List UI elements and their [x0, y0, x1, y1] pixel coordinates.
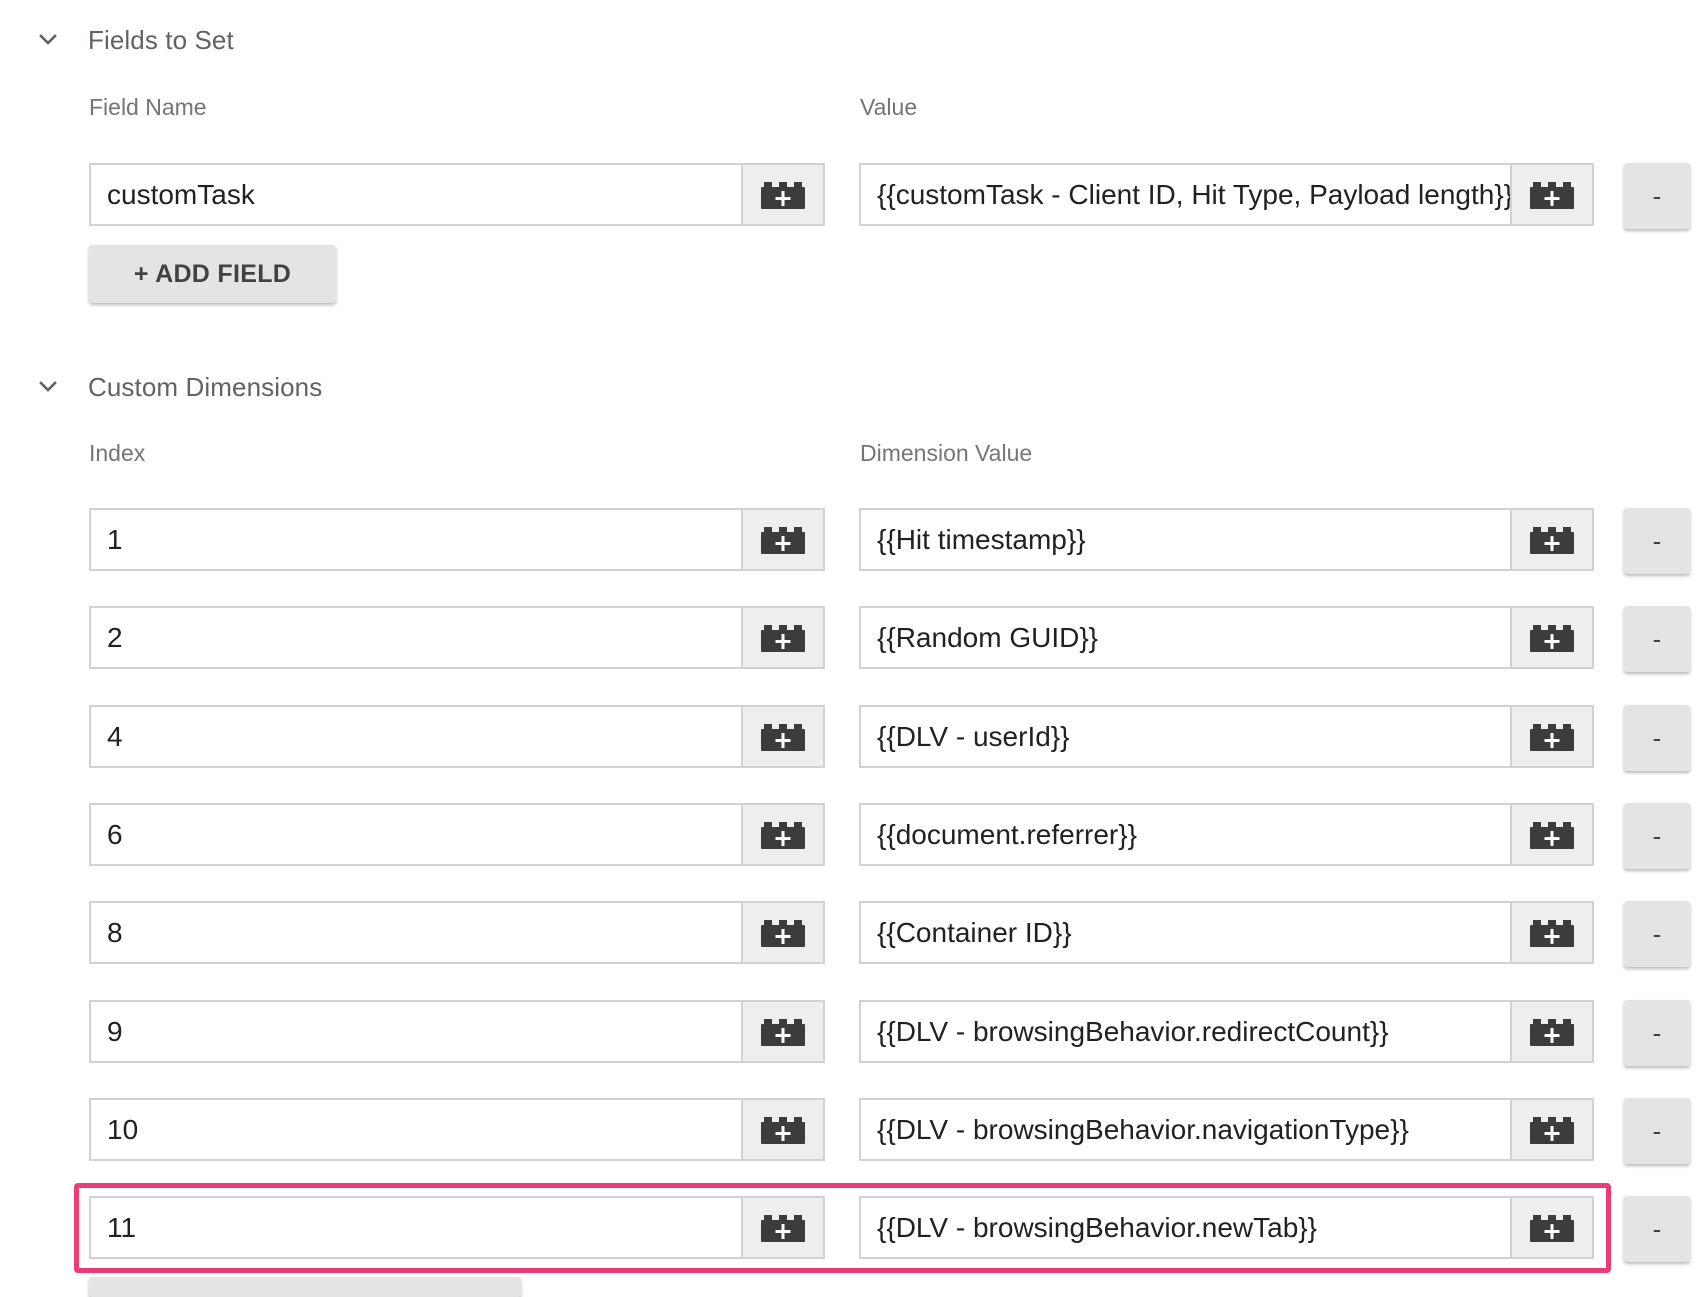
variable-block-plus-icon: [1529, 820, 1575, 850]
variable-block-plus-icon: [760, 623, 806, 653]
variable-picker-button[interactable]: [741, 1002, 823, 1061]
variable-block-plus-icon: [1529, 918, 1575, 948]
dimension-value-text[interactable]: {{DLV - browsingBehavior.redirectCount}}: [861, 1002, 1510, 1061]
field-value-text[interactable]: {{customTask - Client ID, Hit Type, Payl…: [861, 165, 1510, 224]
remove-field-button[interactable]: -: [1624, 163, 1690, 229]
dimension-value-text[interactable]: {{Random GUID}}: [861, 608, 1510, 667]
dimension-index-input[interactable]: 10: [89, 1098, 825, 1161]
remove-dimension-button[interactable]: -: [1624, 1098, 1690, 1164]
dimension-value-text[interactable]: {{DLV - browsingBehavior.newTab}}: [861, 1198, 1510, 1257]
dimension-index-text[interactable]: 1: [91, 510, 741, 569]
variable-picker-button[interactable]: [1510, 1002, 1592, 1061]
variable-block-plus-icon: [1529, 1213, 1575, 1243]
variable-picker-button[interactable]: [741, 707, 823, 766]
chevron-down-icon[interactable]: [28, 367, 68, 407]
variable-picker-button[interactable]: [741, 1100, 823, 1159]
variable-picker-button[interactable]: [741, 903, 823, 962]
variable-block-plus-icon: [760, 180, 806, 210]
dimension-index-text[interactable]: 9: [91, 1002, 741, 1061]
field-name-text[interactable]: customTask: [91, 165, 741, 224]
variable-picker-button[interactable]: [1510, 903, 1592, 962]
variable-picker-button[interactable]: [741, 510, 823, 569]
variable-block-plus-icon: [1529, 1115, 1575, 1145]
dimension-index-text[interactable]: 8: [91, 903, 741, 962]
field-value-input[interactable]: {{customTask - Client ID, Hit Type, Payl…: [859, 163, 1594, 226]
dimension-value-input[interactable]: {{Random GUID}}: [859, 606, 1594, 669]
custom-dimensions-header[interactable]: Custom Dimensions: [28, 367, 322, 407]
variable-block-plus-icon: [760, 1017, 806, 1047]
variable-picker-button[interactable]: [1510, 707, 1592, 766]
dimension-index-text[interactable]: 10: [91, 1100, 741, 1159]
variable-picker-button[interactable]: [741, 1198, 823, 1257]
variable-picker-button[interactable]: [1510, 805, 1592, 864]
remove-dimension-button[interactable]: -: [1624, 1000, 1690, 1066]
dimension-index-input[interactable]: 2: [89, 606, 825, 669]
variable-block-plus-icon: [760, 918, 806, 948]
dimension-value-text[interactable]: {{document.referrer}}: [861, 805, 1510, 864]
variable-picker-button[interactable]: [1510, 608, 1592, 667]
variable-block-plus-icon: [760, 1213, 806, 1243]
variable-block-plus-icon: [1529, 722, 1575, 752]
dimension-value-text[interactable]: {{Container ID}}: [861, 903, 1510, 962]
dimension-index-text[interactable]: 6: [91, 805, 741, 864]
fields-to-set-header[interactable]: Fields to Set: [28, 20, 234, 60]
variable-block-plus-icon: [760, 820, 806, 850]
variable-block-plus-icon: [1529, 180, 1575, 210]
dimension-index-input[interactable]: 11: [89, 1196, 825, 1259]
remove-dimension-button[interactable]: -: [1624, 901, 1690, 967]
fields-to-set-title: Fields to Set: [88, 24, 234, 55]
dimension-value-input[interactable]: {{Container ID}}: [859, 901, 1594, 964]
variable-picker-button[interactable]: [1510, 510, 1592, 569]
variable-block-plus-icon: [760, 722, 806, 752]
field-name-label: Field Name: [89, 94, 207, 120]
remove-dimension-button[interactable]: -: [1624, 1196, 1690, 1262]
variable-picker-button[interactable]: [741, 608, 823, 667]
dimension-value-input[interactable]: {{DLV - userId}}: [859, 705, 1594, 768]
dimension-value-input[interactable]: {{Hit timestamp}}: [859, 508, 1594, 571]
variable-block-plus-icon: [760, 1115, 806, 1145]
dimension-value-text[interactable]: {{DLV - browsingBehavior.navigationType}…: [861, 1100, 1510, 1159]
dimension-index-input[interactable]: 4: [89, 705, 825, 768]
variable-block-plus-icon: [760, 525, 806, 555]
dimension-value-label: Dimension Value: [860, 440, 1033, 466]
variable-block-plus-icon: [1529, 623, 1575, 653]
remove-dimension-button[interactable]: -: [1624, 508, 1690, 574]
variable-picker-button[interactable]: [741, 805, 823, 864]
variable-picker-button[interactable]: [1510, 165, 1592, 224]
variable-picker-button[interactable]: [1510, 1100, 1592, 1159]
dimension-index-input[interactable]: 6: [89, 803, 825, 866]
dimension-index-input[interactable]: 9: [89, 1000, 825, 1063]
dimension-index-input[interactable]: 1: [89, 508, 825, 571]
add-custom-dimension-button[interactable]: [89, 1277, 521, 1297]
dimension-value-text[interactable]: {{Hit timestamp}}: [861, 510, 1510, 569]
dimension-value-text[interactable]: {{DLV - userId}}: [861, 707, 1510, 766]
index-label: Index: [89, 440, 146, 466]
value-label: Value: [860, 94, 918, 120]
dimension-index-text[interactable]: 4: [91, 707, 741, 766]
chevron-down-icon[interactable]: [28, 20, 68, 60]
dimension-index-input[interactable]: 8: [89, 901, 825, 964]
dimension-index-text[interactable]: 11: [91, 1198, 741, 1257]
field-name-input[interactable]: customTask: [89, 163, 825, 226]
variable-block-plus-icon: [1529, 1017, 1575, 1047]
dimension-value-input[interactable]: {{document.referrer}}: [859, 803, 1594, 866]
dimension-value-input[interactable]: {{DLV - browsingBehavior.newTab}}: [859, 1196, 1594, 1259]
remove-dimension-button[interactable]: -: [1624, 705, 1690, 771]
dimension-value-input[interactable]: {{DLV - browsingBehavior.redirectCount}}: [859, 1000, 1594, 1063]
dimension-value-input[interactable]: {{DLV - browsingBehavior.navigationType}…: [859, 1098, 1594, 1161]
remove-dimension-button[interactable]: -: [1624, 803, 1690, 869]
custom-dimensions-title: Custom Dimensions: [88, 371, 323, 402]
remove-dimension-button[interactable]: -: [1624, 606, 1690, 672]
variable-picker-button[interactable]: [741, 165, 823, 224]
variable-block-plus-icon: [1529, 525, 1575, 555]
variable-picker-button[interactable]: [1510, 1198, 1592, 1257]
dimension-index-text[interactable]: 2: [91, 608, 741, 667]
add-field-button[interactable]: + ADD FIELD: [89, 245, 336, 303]
